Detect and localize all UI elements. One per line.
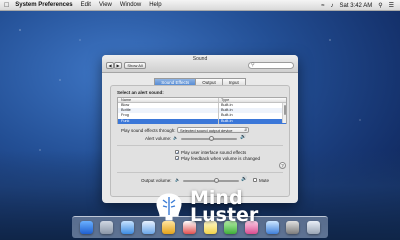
volume-icon[interactable]: ♪ <box>331 3 334 9</box>
sound-name: Funk <box>121 118 130 123</box>
brand-wordmark: Mind Luster <box>190 189 259 226</box>
checkmark-icon: ✓ <box>176 156 180 161</box>
alert-volume-slider[interactable] <box>181 136 237 141</box>
sound-effects-panel: Select an alert sound: Name Type Blow Bu… <box>110 85 290 197</box>
desktop:  System Preferences Edit View Window He… <box>0 0 400 240</box>
window-titlebar[interactable]: Sound ◀ ▶ Show All ⚲ <box>102 55 298 73</box>
chevron-left-icon: ◀ <box>108 63 112 68</box>
menu-view[interactable]: View <box>99 2 112 8</box>
back-button[interactable]: ◀ <box>106 62 114 69</box>
search-icon: ⚲ <box>251 62 255 68</box>
sound-preferences-window: Sound ◀ ▶ Show All ⚲ Sound Effects Outpu… <box>102 55 298 203</box>
alert-sound-heading: Select an alert sound: <box>117 90 164 95</box>
menu-system-preferences[interactable]: System Preferences <box>15 2 72 8</box>
divider <box>117 172 283 173</box>
column-header-name[interactable]: Name <box>118 98 218 102</box>
output-volume-label: Output volume: <box>141 178 172 183</box>
notification-center-icon[interactable]: ☰ <box>389 2 394 9</box>
chevron-updown-icon: ⇵ <box>244 128 247 132</box>
output-device-select[interactable]: Selected sound output device ⇵ <box>177 127 249 133</box>
launchpad-icon[interactable] <box>100 221 114 234</box>
app-store-icon[interactable] <box>265 221 279 234</box>
column-header-type[interactable]: Type <box>218 98 278 102</box>
speaker-low-icon: 🔈 <box>173 135 178 140</box>
output-volume-slider[interactable] <box>183 178 239 183</box>
alert-volume-label: Alert volume: <box>145 136 172 141</box>
output-device-value: Selected sound output device <box>180 128 233 133</box>
mute-label: Mute <box>259 178 270 183</box>
speaker-low-icon: 🔈 <box>175 177 180 182</box>
finder-icon[interactable] <box>79 221 93 234</box>
forward-button[interactable]: ▶ <box>114 62 122 69</box>
list-item-selected[interactable]: Funk Built-in <box>118 118 286 124</box>
menu-help[interactable]: Help <box>149 2 161 8</box>
safari-icon[interactable] <box>121 221 135 234</box>
alert-sound-list[interactable]: Name Type Blow Built-in Bottle Built-in … <box>117 97 287 124</box>
divider <box>117 145 283 146</box>
menu-window[interactable]: Window <box>120 2 141 8</box>
menubar-clock[interactable]: Sat 3:42 AM <box>340 3 373 9</box>
trash-icon[interactable] <box>307 221 321 234</box>
brain-logo-icon <box>156 193 182 221</box>
checkmark-icon: ✓ <box>176 150 180 155</box>
output-volume-knob[interactable] <box>213 178 219 183</box>
mute-checkbox[interactable] <box>253 178 257 182</box>
speaker-high-icon: 🔊 <box>240 134 247 140</box>
chevron-right-icon: ▶ <box>116 63 120 68</box>
scrollbar-thumb[interactable] <box>284 105 286 115</box>
help-button[interactable]: ? <box>279 162 286 169</box>
volume-feedback-label: Play feedback when volume is changed <box>181 156 261 161</box>
speaker-high-icon: 🔊 <box>241 176 248 182</box>
show-all-button[interactable]: Show All <box>124 62 146 69</box>
brand-watermark: Mind Luster <box>152 189 259 226</box>
apple-logo-icon[interactable]:  <box>4 2 9 9</box>
ui-effects-label: Play user interface sound effects <box>181 150 247 155</box>
play-through-label: Play sound effects through: <box>121 128 176 133</box>
spotlight-search-icon[interactable]: ⚲ <box>378 2 382 9</box>
list-scrollbar[interactable] <box>282 103 286 123</box>
search-input[interactable]: ⚲ <box>248 62 294 69</box>
wifi-icon[interactable]: ≈ <box>321 3 324 9</box>
menu-bar:  System Preferences Edit View Window He… <box>0 0 400 11</box>
sound-type: Built-in <box>218 118 278 124</box>
ui-effects-checkbox[interactable]: ✓ <box>175 150 180 155</box>
alert-volume-knob[interactable] <box>208 136 214 141</box>
menu-edit[interactable]: Edit <box>81 2 91 8</box>
volume-feedback-checkbox[interactable]: ✓ <box>175 156 180 161</box>
system-preferences-icon[interactable] <box>286 221 300 234</box>
brand-line-2: Luster <box>190 204 259 226</box>
